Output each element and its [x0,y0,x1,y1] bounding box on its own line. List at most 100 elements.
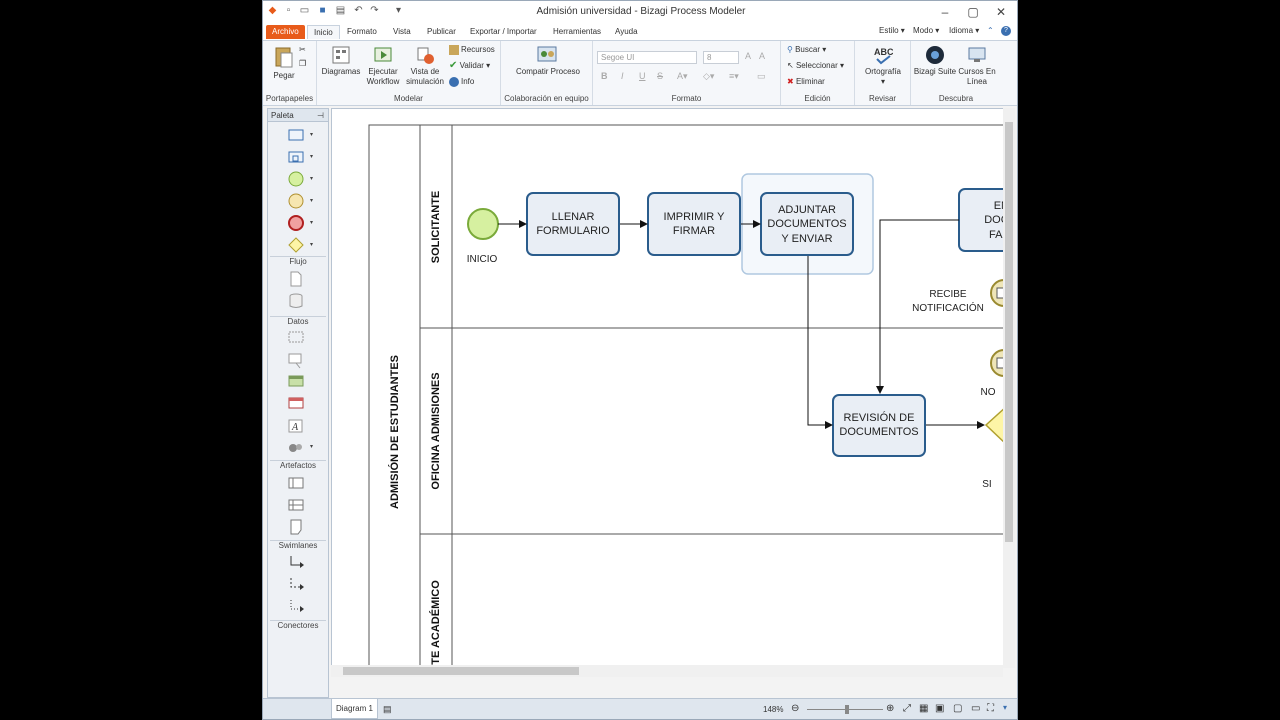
shrink-font-icon[interactable]: A [759,51,765,61]
dropdown-icon[interactable]: ▾ [310,241,313,248]
fill-color-icon[interactable]: ◇▾ [703,71,714,82]
delete-button[interactable]: ✖ Eliminar [787,77,825,87]
diagram-tab[interactable]: Diagram 1 [331,699,378,719]
custom-shape-icon[interactable] [288,441,304,455]
task-llenar-formulario[interactable]: LLENAR FORMULARIO [526,192,620,256]
presentation-icon[interactable]: ▭ [971,703,980,714]
end-event-icon[interactable] [288,215,304,231]
dropdown-icon[interactable]: ▾ [310,197,313,204]
lane-solicitante-label[interactable]: SOLICITANTE [430,191,442,264]
tab-vista[interactable]: Vista [387,25,417,39]
status-dropdown-icon[interactable]: ▾ [1003,703,1007,712]
task-imprimir-firmar[interactable]: IMPRIMIR Y FIRMAR [647,192,741,256]
start-event-label: INICIO [467,254,498,265]
lane-comite-academico-label[interactable]: ITE ACADÉMICO [429,580,442,668]
pool-icon[interactable] [288,477,304,489]
paste-button[interactable]: Pegar [269,45,299,81]
minimize-ribbon-icon[interactable]: ⌃ [987,26,994,35]
message-flow-icon[interactable] [288,577,304,593]
overview-icon[interactable]: ▢ [953,703,962,714]
tab-herramientas[interactable]: Herramientas [547,25,607,39]
close-button[interactable]: ✕ [991,4,1011,20]
tab-formato[interactable]: Formato [341,25,383,39]
share-process-button[interactable]: Compatir Proceso [511,45,585,77]
dropdown-icon[interactable]: ▾ [310,175,313,182]
maximize-button[interactable]: ▢ [963,4,983,20]
lane-oficina-admisiones-label[interactable]: OFICINA ADMISIONES [430,372,442,489]
vertical-scroll-thumb[interactable] [1005,122,1013,542]
run-workflow-button[interactable]: Ejecutar Workflow [361,45,405,87]
group-colaboracion: Compatir Proceso Colaboración en equipo [501,41,593,105]
task-shape-icon[interactable] [288,129,304,141]
zoom-out-icon[interactable]: ⊖ [791,703,799,714]
align-icon[interactable]: ≡▾ [729,71,739,82]
text-icon[interactable]: A [288,419,304,433]
add-diagram-icon[interactable]: ▤ [383,704,392,715]
horizontal-scrollbar[interactable] [331,665,1003,677]
strikethrough-icon[interactable]: S [657,71,663,81]
font-family-select[interactable]: Segoe UI [597,51,697,64]
underline-icon[interactable]: U [639,71,646,81]
mode-menu[interactable]: Modo ▾ [913,26,939,35]
annotation-icon[interactable] [288,353,304,369]
italic-icon[interactable]: I [621,71,624,81]
tab-publicar[interactable]: Publicar [421,25,462,39]
zoom-in-icon[interactable]: ⊕ [886,703,894,714]
dropdown-icon[interactable]: ▾ [310,131,313,138]
cut-icon[interactable]: ✂ [299,45,306,55]
fit-width-icon[interactable]: ▦ [919,703,928,714]
dropdown-icon[interactable]: ▾ [310,219,313,226]
header-artifact-icon[interactable] [288,375,304,387]
copy-icon[interactable]: ❐ [299,59,306,69]
language-menu[interactable]: Idioma ▾ [949,26,979,35]
grow-font-icon[interactable]: A [745,51,751,61]
help-icon[interactable]: ? [1001,26,1011,36]
dropdown-icon[interactable]: ▾ [310,443,313,450]
font-color-icon[interactable]: A▾ [677,71,688,82]
resources-button[interactable]: Recursos [449,45,495,55]
bizagi-suite-button[interactable]: Bizagi Suite [913,45,957,77]
spelling-button[interactable]: ABC Ortografía ▾ [859,45,907,87]
start-event[interactable] [467,208,499,240]
gateway-icon[interactable] [288,237,304,253]
pin-icon[interactable]: ⊣ [317,109,324,122]
tab-exportar-importar[interactable]: Exportar / Importar [464,25,543,39]
sequence-flow-icon[interactable] [288,555,304,571]
validate-button[interactable]: ✔ Validar ▾ [449,61,490,71]
line-style-icon[interactable]: ▭ [757,71,766,82]
task-revision-documentos[interactable]: REVISIÓN DE DOCUMENTOS [832,394,926,457]
bold-icon[interactable]: B [601,71,608,81]
intermediate-event-icon[interactable] [288,193,304,209]
info-button[interactable]: Info [449,77,474,87]
data-store-icon[interactable] [288,293,304,309]
select-button[interactable]: ↖ Seleccionar ▾ [787,61,844,71]
tab-ayuda[interactable]: Ayuda [609,25,644,39]
diagrams-button[interactable]: Diagramas [321,45,361,77]
fit-page-icon[interactable]: ⤢ [903,703,911,714]
formatted-text-icon[interactable] [288,397,304,409]
tab-inicio[interactable]: Inicio [307,25,340,39]
font-size-select[interactable]: 8 [703,51,739,64]
association-icon[interactable] [288,599,304,615]
tab-archivo[interactable]: Archivo [266,25,305,39]
online-courses-button[interactable]: Cursos En Línea [957,45,997,87]
zoom-slider-thumb[interactable] [845,705,849,714]
fullscreen-icon[interactable]: ⛶ [987,703,994,714]
dropdown-icon[interactable]: ▾ [310,153,313,160]
start-event-icon[interactable] [288,171,304,187]
lane-icon[interactable] [288,499,304,511]
task-adjuntar-documentos[interactable]: ADJUNTAR DOCUMENTOS Y ENVIAR [760,192,854,256]
group-artifact-icon[interactable] [288,331,304,343]
subprocess-shape-icon[interactable] [288,151,304,163]
style-menu[interactable]: Estilo ▾ [879,26,905,35]
actual-size-icon[interactable]: ▣ [935,703,944,714]
vertical-scrollbar[interactable] [1003,108,1015,668]
simulation-view-button[interactable]: Vista de simulación [403,45,447,87]
search-button[interactable]: ⚲ Buscar ▾ [787,45,826,55]
minimize-button[interactable]: – [935,4,955,20]
data-object-icon[interactable] [288,271,304,287]
diagram-canvas[interactable]: ADMISIÓN DE ESTUDIANTES SOLICITANTE OFIC… [331,108,1015,668]
pool-label[interactable]: ADMISIÓN DE ESTUDIANTES [388,355,401,509]
horizontal-scroll-thumb[interactable] [343,667,579,675]
milestone-icon[interactable] [288,519,304,535]
